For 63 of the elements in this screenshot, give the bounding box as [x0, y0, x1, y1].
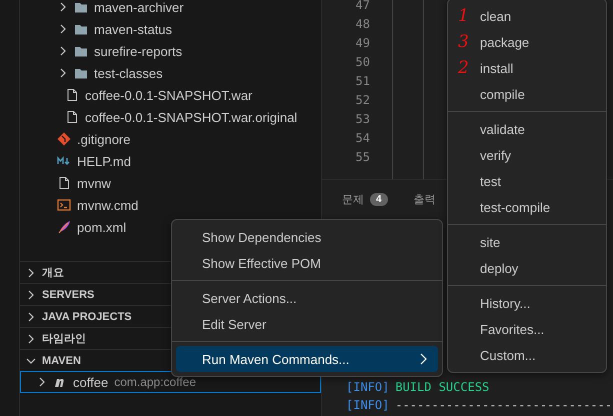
menu-item[interactable]: test-compile — [452, 194, 602, 220]
chevron-right-icon — [37, 377, 47, 387]
diamond-icon — [57, 132, 71, 146]
tree-item[interactable]: .gitignore — [77, 132, 130, 146]
handwritten-number: 2 — [458, 58, 469, 78]
log-message: ------------------------------ — [395, 398, 612, 414]
line-number: 54 — [354, 130, 370, 147]
section-title: 타임라인 — [42, 332, 86, 346]
feather-icon — [57, 220, 71, 234]
menu-item[interactable]: deploy — [452, 255, 602, 281]
panel-tab[interactable]: 출력 — [414, 189, 436, 209]
menu-item[interactable]: compile — [452, 81, 602, 107]
folder-icon — [74, 66, 88, 80]
tree-item[interactable]: coffee-0.0.1-SNAPSHOT.war — [85, 88, 252, 102]
file-icon — [65, 110, 79, 124]
line-number: 48 — [354, 16, 370, 33]
menu-item[interactable]: Favorites... — [452, 316, 602, 342]
project-name: coffee — [73, 374, 108, 390]
section-title: 개요 — [42, 266, 64, 280]
line-number: 55 — [354, 149, 370, 166]
menu-item[interactable]: History... — [452, 290, 602, 316]
log-message: BUILD SUCCESS — [395, 380, 490, 396]
menu-item[interactable]: 1 clean — [452, 3, 602, 29]
menu-item[interactable]: verify — [452, 142, 602, 168]
line-number: 50 — [354, 54, 370, 71]
log-level: [INFO] — [346, 398, 390, 414]
line-number: 49 — [354, 35, 370, 52]
tree-item[interactable]: test-classes — [94, 66, 163, 80]
section-title: JAVA PROJECTS — [42, 310, 132, 322]
tree-item[interactable]: HELP.md — [77, 154, 131, 168]
line-number: 47 — [354, 0, 370, 14]
menu-item[interactable]: validate — [452, 116, 602, 142]
section-title: SERVERS — [42, 288, 94, 300]
tree-item[interactable]: surefire-reports — [94, 44, 182, 58]
project-description: com.app:coffee — [114, 375, 196, 389]
panel-tab[interactable]: 문제 4 — [342, 189, 388, 209]
menu-item[interactable]: Custom... — [452, 342, 602, 368]
tree-item[interactable]: maven-status — [94, 22, 172, 36]
file-icon — [57, 176, 71, 190]
menu-item[interactable]: Show Dependencies — [176, 224, 438, 250]
tree-item[interactable]: mvnw.cmd — [77, 198, 138, 212]
menu-item[interactable]: test — [452, 168, 602, 194]
tree-item[interactable]: maven-archiver — [94, 0, 184, 14]
menu-item[interactable]: site — [452, 229, 602, 255]
line-number: 52 — [354, 92, 370, 109]
file-icon — [65, 88, 79, 102]
handwritten-number: 1 — [458, 6, 469, 26]
menu-item[interactable]: Run Maven Commands... — [176, 346, 438, 372]
handwritten-number: 3 — [458, 32, 469, 52]
folder-icon — [74, 44, 88, 58]
terminal-icon — [57, 198, 71, 212]
tree-item[interactable]: mvnw — [77, 176, 111, 190]
folder-icon — [74, 0, 88, 14]
tree-item[interactable]: coffee-0.0.1-SNAPSHOT.war.original — [85, 110, 298, 124]
log-level: [INFO] — [346, 380, 390, 396]
folder-icon — [74, 22, 88, 36]
menu-item[interactable]: 2 install — [452, 55, 602, 81]
line-number: 51 — [354, 73, 370, 90]
tree-item[interactable]: pom.xml — [77, 220, 126, 234]
line-number: 53 — [354, 111, 370, 128]
count-badge: 4 — [370, 192, 388, 206]
menu-item[interactable]: 3 package — [452, 29, 602, 55]
section-title: MAVEN — [42, 354, 81, 366]
